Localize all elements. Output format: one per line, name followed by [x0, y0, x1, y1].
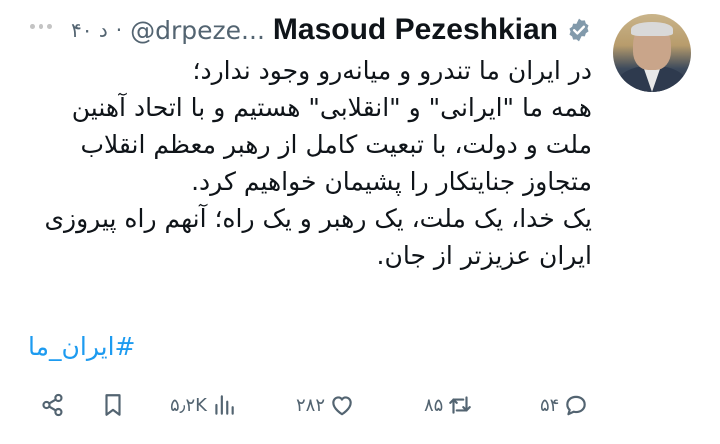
tweet-text-line: متجاوز جنایتکار را پشیمان خواهیم کرد.	[191, 167, 592, 196]
retweet-button[interactable]: ۸۵	[424, 392, 473, 418]
hashtag-link[interactable]: #ایران_ما	[28, 332, 135, 361]
author-handle[interactable]: @drpeze...	[130, 16, 265, 45]
verified-badge-icon	[569, 18, 589, 42]
like-count: ۲۸۲	[296, 394, 326, 416]
reply-button[interactable]: ۵۴	[540, 392, 589, 418]
views-button[interactable]: ۵٫۲K	[170, 392, 237, 418]
tweet-card[interactable]: ۴۰ د · @drpeze... Masoud Pezeshkian در ا…	[0, 0, 720, 444]
heart-icon	[332, 396, 352, 416]
header-separator: ·	[115, 18, 123, 42]
tweet-text-line: یک خدا، یک ملت، یک رهبر و یک راه؛ آنهم ر…	[44, 204, 592, 233]
author-avatar[interactable]	[613, 14, 691, 92]
tweet-header: ۴۰ د · @drpeze... Masoud Pezeshkian	[71, 10, 592, 50]
bookmark-icon	[105, 394, 121, 416]
retweet-count: ۸۵	[424, 394, 444, 416]
views-count: ۵٫۲K	[170, 394, 207, 416]
reply-icon	[566, 395, 587, 416]
retweet-icon	[449, 396, 472, 414]
author-name[interactable]: Masoud Pezeshkian	[273, 13, 558, 47]
reply-count: ۵۴	[540, 394, 560, 416]
avatar-hair	[631, 22, 673, 36]
more-options-icon[interactable]	[30, 24, 53, 30]
views-icon	[215, 395, 234, 415]
action-bar: ۵٫۲K ۲۸۲ ۸۵ ۵۴	[0, 380, 720, 430]
share-icon	[42, 393, 63, 417]
share-button[interactable]	[40, 392, 66, 418]
like-button[interactable]: ۲۸۲	[296, 392, 355, 418]
tweet-time[interactable]: ۴۰ د	[71, 18, 108, 42]
tweet-text-line: همه ما "ایرانی" و "انقلابی" هستیم و با ا…	[71, 93, 592, 122]
bookmark-button[interactable]	[100, 392, 126, 418]
tweet-text-line: در ایران ما تندرو و میانه‌رو وجود ندارد؛	[192, 56, 593, 85]
tweet-text: در ایران ما تندرو و میانه‌رو وجود ندارد؛…	[2, 52, 592, 274]
tweet-text-line: ملت و دولت، با تبعیت کامل از رهبر معظم ا…	[80, 130, 592, 159]
tweet-text-line: ایران عزیزتر از جان.	[376, 241, 592, 270]
